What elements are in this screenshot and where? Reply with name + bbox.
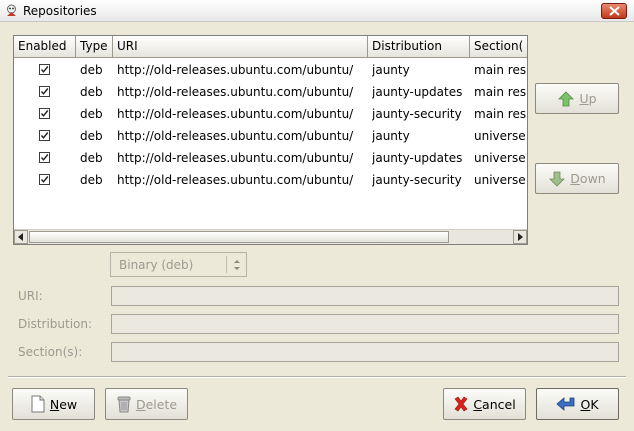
distribution-cell: jaunty-updates [372, 85, 463, 99]
up-button[interactable]: Up [535, 83, 619, 114]
sections-label: Section(s): [18, 345, 83, 359]
distribution-cell: jaunty [372, 63, 410, 77]
horizontal-scrollbar[interactable] [14, 229, 527, 244]
cancel-x-icon [454, 396, 468, 412]
arrow-down-icon [549, 171, 566, 187]
new-document-icon [31, 395, 45, 413]
scroll-right-button[interactable] [513, 230, 527, 244]
cancel-button[interactable]: Cancel [443, 388, 526, 420]
enabled-checkbox[interactable] [39, 174, 50, 185]
enabled-checkbox[interactable] [39, 152, 50, 163]
uri-cell: http://old-releases.ubuntu.com/ubuntu/ [117, 63, 354, 77]
table-row[interactable]: deb http://old-releases.ubuntu.com/ubunt… [14, 125, 527, 147]
uri-cell: http://old-releases.ubuntu.com/ubuntu/ [117, 173, 354, 187]
table-row[interactable]: deb http://old-releases.ubuntu.com/ubunt… [14, 103, 527, 125]
ok-label: OK [580, 396, 599, 412]
ok-return-icon [556, 397, 575, 411]
type-cell: deb [80, 173, 103, 187]
arrow-up-icon [558, 90, 575, 106]
section-cell: universe [474, 151, 526, 165]
type-cell: deb [80, 63, 103, 77]
delete-button[interactable]: Delete [105, 388, 188, 420]
new-label: New [49, 396, 78, 412]
table-row[interactable]: deb http://old-releases.ubuntu.com/ubunt… [14, 147, 527, 169]
enabled-checkbox[interactable] [39, 86, 50, 97]
scroll-left-icon [18, 233, 23, 241]
delete-label: Delete [135, 396, 178, 412]
type-select[interactable]: Binary (deb) [110, 252, 247, 277]
down-button[interactable]: Down [535, 163, 619, 194]
type-select-value: Binary (deb) [119, 258, 194, 272]
distribution-cell: jaunty [372, 129, 410, 143]
distribution-label: Distribution: [18, 317, 93, 331]
distribution-cell: jaunty-security [372, 107, 462, 121]
table-row[interactable]: deb http://old-releases.ubuntu.com/ubunt… [14, 59, 527, 81]
uri-cell: http://old-releases.ubuntu.com/ubuntu/ [117, 85, 354, 99]
close-button[interactable] [601, 3, 627, 19]
uri-cell: http://old-releases.ubuntu.com/ubuntu/ [117, 129, 354, 143]
close-icon [609, 6, 620, 16]
trash-icon [117, 396, 131, 413]
column-header-section[interactable]: Section( [470, 36, 527, 58]
window-title: Repositories [23, 4, 97, 18]
up-label: Up [579, 91, 597, 106]
column-header-enabled[interactable]: Enabled [14, 36, 76, 58]
table-row[interactable]: deb http://old-releases.ubuntu.com/ubunt… [14, 169, 527, 191]
down-label: Down [570, 171, 606, 186]
distribution-cell: jaunty-security [372, 173, 462, 187]
scroll-right-icon [518, 233, 523, 241]
scroll-thumb[interactable] [29, 231, 449, 243]
uri-label: URI: [18, 289, 43, 303]
enabled-checkbox[interactable] [39, 108, 50, 119]
column-header-type[interactable]: Type [76, 36, 113, 58]
uri-field[interactable] [111, 286, 619, 306]
chevron-updown-icon [234, 260, 240, 270]
scroll-left-button[interactable] [14, 230, 28, 244]
section-cell: main res [474, 63, 527, 77]
enabled-checkbox[interactable] [39, 64, 50, 75]
type-cell: deb [80, 85, 103, 99]
column-header-uri[interactable]: URI [113, 36, 368, 58]
section-cell: main res [474, 107, 527, 121]
new-button[interactable]: New [12, 388, 95, 420]
type-cell: deb [80, 151, 103, 165]
repository-list[interactable]: Enabled Type URI Distribution Section( d… [13, 35, 528, 245]
section-cell: universe [474, 129, 526, 143]
divider [8, 376, 626, 378]
column-header-distribution[interactable]: Distribution [368, 36, 470, 58]
ok-button[interactable]: OK [536, 388, 619, 420]
distribution-field[interactable] [111, 314, 619, 334]
enabled-checkbox[interactable] [39, 130, 50, 141]
distribution-cell: jaunty-updates [372, 151, 463, 165]
sections-field[interactable] [111, 342, 619, 362]
uri-cell: http://old-releases.ubuntu.com/ubuntu/ [117, 151, 354, 165]
type-cell: deb [80, 129, 103, 143]
table-row[interactable]: deb http://old-releases.ubuntu.com/ubunt… [14, 81, 527, 103]
type-cell: deb [80, 107, 103, 121]
combo-separator [226, 256, 227, 273]
cancel-label: Cancel [473, 396, 516, 412]
uri-cell: http://old-releases.ubuntu.com/ubuntu/ [117, 107, 354, 121]
app-icon [4, 3, 19, 18]
section-cell: universe [474, 173, 526, 187]
title-bar: Repositories [0, 0, 634, 22]
section-cell: main res [474, 85, 527, 99]
